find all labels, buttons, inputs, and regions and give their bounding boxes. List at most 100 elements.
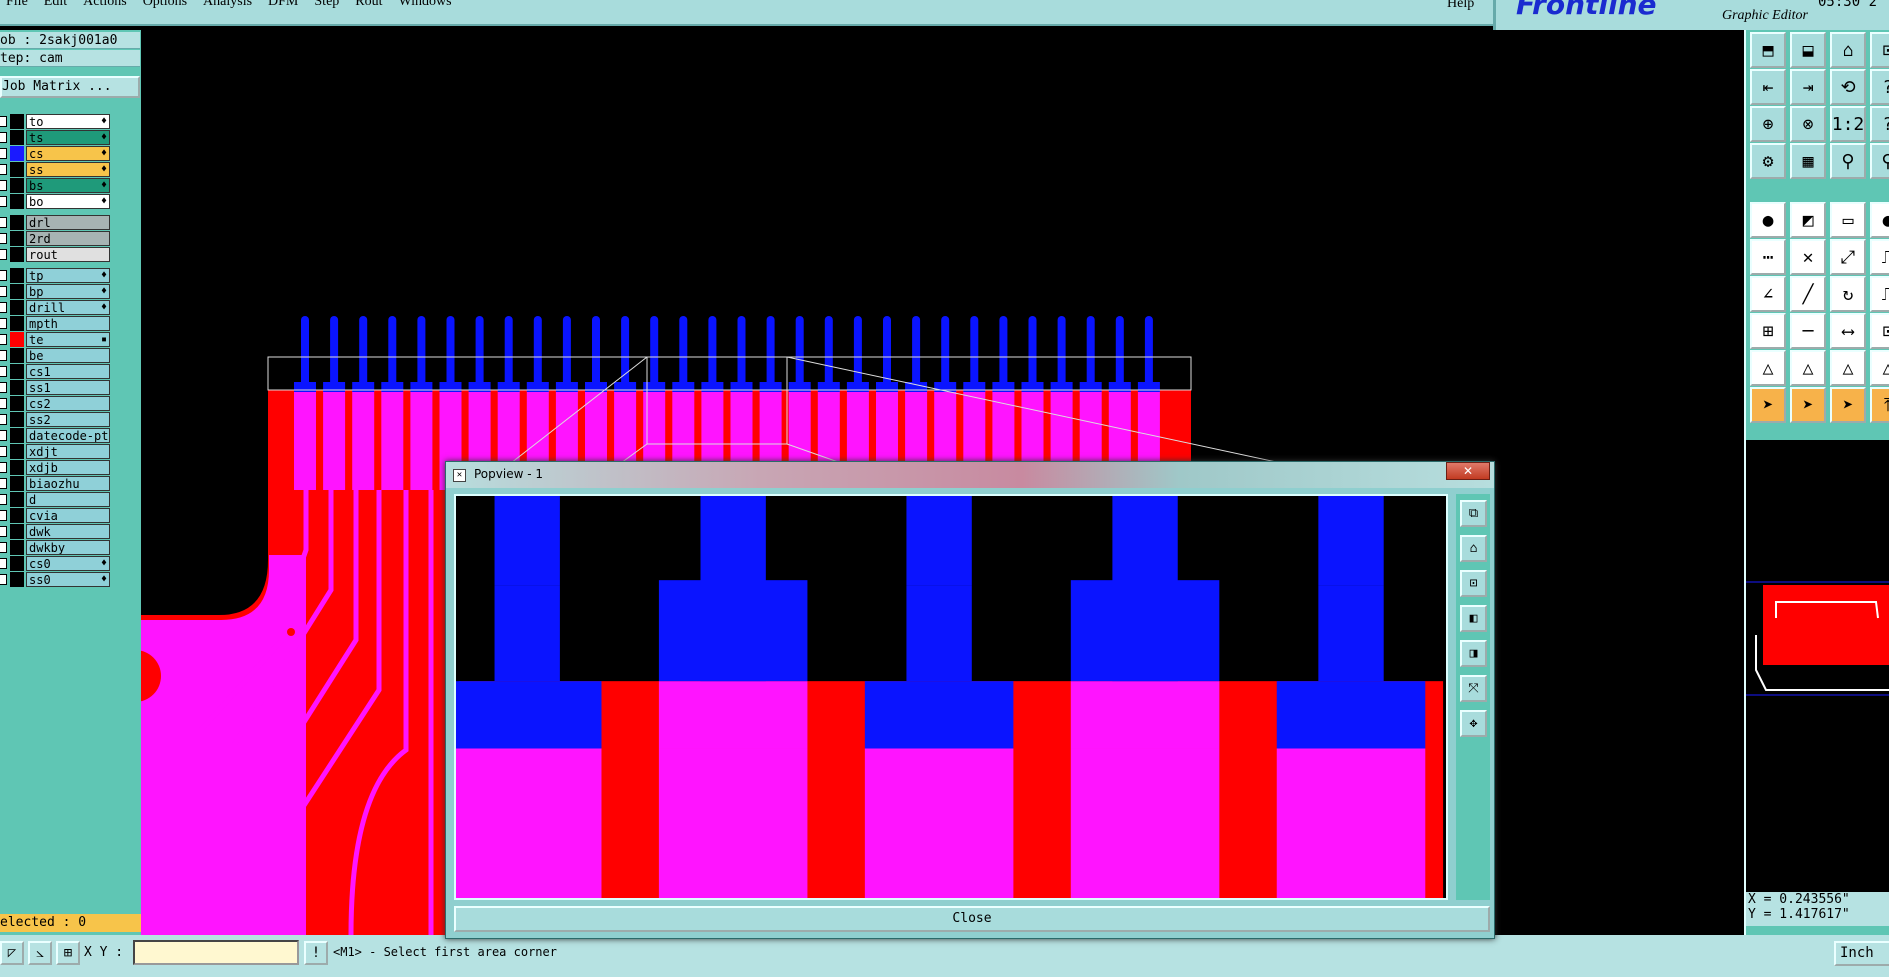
layer-row-drl[interactable]: drl bbox=[0, 215, 112, 230]
overview-map[interactable] bbox=[1746, 440, 1889, 900]
undo-icon[interactable]: ⇤ bbox=[1750, 69, 1786, 105]
layer-checkbox[interactable] bbox=[0, 510, 7, 521]
layer-color-swatch[interactable] bbox=[10, 444, 24, 459]
layer-color-swatch[interactable] bbox=[10, 215, 24, 230]
layer-row-be[interactable]: be bbox=[0, 348, 112, 363]
layer-color-swatch[interactable] bbox=[10, 130, 24, 145]
layer-checkbox[interactable] bbox=[0, 494, 7, 505]
layer-name[interactable]: tp ♦ bbox=[26, 268, 110, 283]
grid-icon[interactable]: ⊞ bbox=[56, 941, 80, 965]
menu-edit[interactable]: Edit bbox=[38, 0, 77, 9]
layer-row-ts[interactable]: ts ♦ bbox=[0, 130, 112, 145]
angle-icon[interactable]: ∠ bbox=[1750, 276, 1786, 312]
layer-color-swatch[interactable] bbox=[10, 162, 24, 177]
pan-left-icon[interactable]: ◧ bbox=[1460, 605, 1487, 632]
menu-help[interactable]: Help bbox=[1447, 0, 1474, 12]
popview-titlebar[interactable]: ✕ Popview - 1 ✕ bbox=[446, 462, 1494, 488]
layer-row-ss0[interactable]: ss0 ♦ bbox=[0, 572, 112, 587]
connect-icon[interactable]: ⤢ bbox=[1830, 239, 1866, 275]
zoom-in-icon[interactable]: ⊡ bbox=[1460, 570, 1487, 597]
layer-checkbox[interactable] bbox=[0, 180, 7, 191]
layer-checkbox[interactable] bbox=[0, 430, 7, 441]
layer-color-swatch[interactable] bbox=[10, 146, 24, 161]
arc2-icon[interactable]: ⎍ bbox=[1870, 276, 1889, 312]
layer-row-bs[interactable]: bs ♦ bbox=[0, 178, 112, 193]
layer-row-te[interactable]: te ▪ bbox=[0, 332, 112, 347]
dot-icon[interactable]: ● bbox=[1870, 202, 1889, 238]
layer-checkbox[interactable] bbox=[0, 217, 7, 228]
layer-checkbox[interactable] bbox=[0, 478, 7, 489]
units-selector[interactable]: Inch bbox=[1834, 941, 1889, 966]
layer-row-to[interactable]: to ♦ bbox=[0, 114, 112, 129]
layer-row-drill[interactable]: drill ♦ bbox=[0, 300, 112, 315]
layer-name[interactable]: rout bbox=[26, 247, 110, 262]
scale-icon[interactable]: 1:2 bbox=[1830, 106, 1866, 142]
layer-color-swatch[interactable] bbox=[10, 556, 24, 571]
fit-icon[interactable]: ⤧ bbox=[1460, 675, 1487, 702]
house-icon[interactable]: ⌂ bbox=[1830, 32, 1866, 68]
layer-color-swatch[interactable] bbox=[10, 460, 24, 475]
snap-icon[interactable]: ⚲ bbox=[1830, 143, 1866, 179]
layer-row-cs0[interactable]: cs0 ♦ bbox=[0, 556, 112, 571]
layer-name[interactable]: dwk bbox=[26, 524, 110, 539]
layer-row-2rd[interactable]: 2rd bbox=[0, 231, 112, 246]
layer-color-swatch[interactable] bbox=[10, 508, 24, 523]
layer-color-swatch[interactable] bbox=[10, 247, 24, 262]
select-orange-icon[interactable]: ➤ bbox=[1790, 387, 1826, 423]
layer-checkbox[interactable] bbox=[0, 116, 7, 127]
layer-name[interactable]: drill ♦ bbox=[26, 300, 110, 315]
measure-icon[interactable]: ⦣ bbox=[28, 941, 52, 965]
layer-name[interactable]: te ▪ bbox=[26, 332, 110, 347]
frame-icon[interactable]: ⊡ bbox=[1870, 32, 1889, 68]
menu-step[interactable]: Step bbox=[308, 0, 349, 9]
xy-input[interactable] bbox=[133, 940, 299, 965]
layer-row-ss1[interactable]: ss1 bbox=[0, 380, 112, 395]
layer-row-mpth[interactable]: mpth bbox=[0, 316, 112, 331]
layer-color-swatch[interactable] bbox=[10, 524, 24, 539]
menu-analysis[interactable]: Analysis bbox=[197, 0, 262, 9]
menu-options[interactable]: Options bbox=[137, 0, 197, 9]
layer-color-swatch[interactable] bbox=[10, 540, 24, 555]
drc3-icon[interactable]: △ bbox=[1830, 350, 1866, 386]
layer-name[interactable]: cvia bbox=[26, 508, 110, 523]
layer-color-swatch[interactable] bbox=[10, 284, 24, 299]
redo-icon[interactable]: ⇥ bbox=[1790, 69, 1826, 105]
pan-right-icon[interactable]: ◨ bbox=[1460, 640, 1487, 667]
layer-color-swatch[interactable] bbox=[10, 572, 24, 587]
layer-color-swatch[interactable] bbox=[10, 348, 24, 363]
settings-icon[interactable]: ⚙ bbox=[1750, 143, 1786, 179]
zoom-window-icon[interactable]: ⧉ bbox=[1460, 500, 1487, 527]
layer-name[interactable]: 2rd bbox=[26, 231, 110, 246]
layer-name[interactable]: bp ♦ bbox=[26, 284, 110, 299]
menu-windows[interactable]: Windows bbox=[393, 0, 462, 9]
rotate-icon[interactable]: ⟲ bbox=[1830, 69, 1866, 105]
pad-edit-icon[interactable]: ⊡ bbox=[1870, 313, 1889, 349]
layer-checkbox[interactable] bbox=[0, 446, 7, 457]
connect2-icon[interactable]: ⎍ bbox=[1870, 239, 1889, 275]
menu-actions[interactable]: Actions bbox=[77, 0, 137, 9]
home-icon[interactable]: ⬒ bbox=[1750, 32, 1786, 68]
layer-color-swatch[interactable] bbox=[10, 316, 24, 331]
layer-checkbox[interactable] bbox=[0, 574, 7, 585]
snap-icon[interactable]: ◸ bbox=[0, 941, 24, 965]
ruler-icon[interactable]: ▭ bbox=[1830, 202, 1866, 238]
layer-row-tp[interactable]: tp ♦ bbox=[0, 268, 112, 283]
layer-name[interactable]: ts ♦ bbox=[26, 130, 110, 145]
layer-color-swatch[interactable] bbox=[10, 300, 24, 315]
net-icon[interactable]: ⋯ bbox=[1750, 239, 1786, 275]
layer-name[interactable]: bo ♦ bbox=[26, 194, 110, 209]
layer-name[interactable]: xdjb bbox=[26, 460, 110, 475]
layer-checkbox[interactable] bbox=[0, 366, 7, 377]
layer-name[interactable]: dwkby bbox=[26, 540, 110, 555]
layer-color-swatch[interactable] bbox=[10, 428, 24, 443]
pad-icon[interactable]: ● bbox=[1750, 202, 1786, 238]
layer-color-swatch[interactable] bbox=[10, 492, 24, 507]
layer-name[interactable]: mpth bbox=[26, 316, 110, 331]
layer-color-swatch[interactable] bbox=[10, 268, 24, 283]
layer-checkbox[interactable] bbox=[0, 350, 7, 361]
grid-toggle-icon[interactable]: ▦ bbox=[1790, 143, 1826, 179]
layer-color-swatch[interactable] bbox=[10, 364, 24, 379]
layer-checkbox[interactable] bbox=[0, 398, 7, 409]
popview-canvas[interactable] bbox=[454, 494, 1448, 900]
layer-color-swatch[interactable] bbox=[10, 178, 24, 193]
